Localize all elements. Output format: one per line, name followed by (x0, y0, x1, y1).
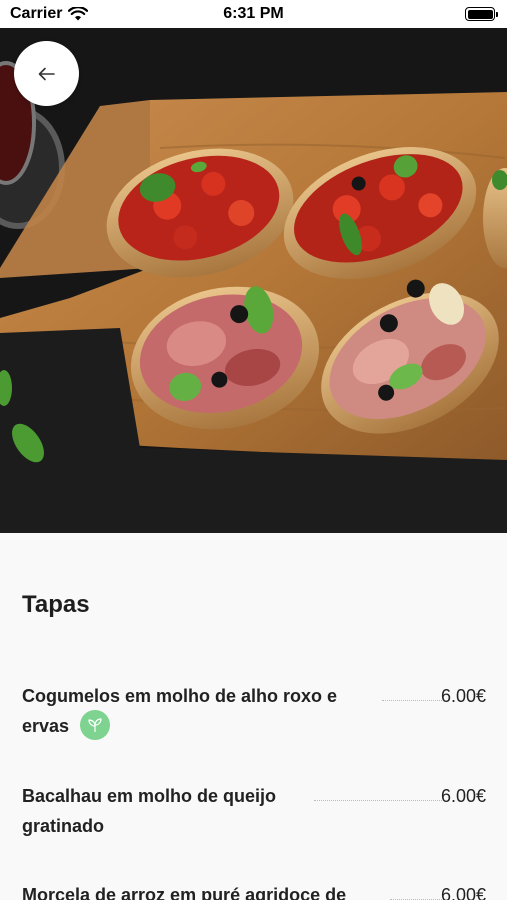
item-name-line2: ervas (22, 716, 70, 736)
menu-section: Tapas Cogumelos em molho de alho roxo e … (0, 533, 507, 900)
carrier-label: Carrier (10, 5, 63, 22)
back-button[interactable] (14, 41, 79, 106)
item-name-line1: Morcela de arroz em puré agridoce de (22, 885, 347, 900)
item-name: Cogumelos em molho de alho roxo e ervas (22, 681, 412, 742)
menu-item[interactable]: Morcela de arroz em puré agridoce de 6.0… (22, 880, 486, 900)
battery-level (467, 9, 493, 19)
item-price: 6.00€ (440, 686, 486, 706)
item-name-line2: gratinado (22, 816, 105, 836)
dotted-leader (314, 800, 442, 801)
hero-image (0, 28, 507, 533)
wifi-icon (68, 7, 89, 21)
item-name: Morcela de arroz em puré agridoce de (22, 880, 412, 900)
item-price: 6.00€ (440, 885, 486, 900)
vegetarian-badge (80, 710, 111, 741)
item-name-line1: Bacalhau em molho de queijo (22, 786, 277, 806)
dotted-leader (382, 700, 442, 701)
item-name: Bacalhau em molho de queijo gratinado (22, 781, 412, 841)
sprout-icon (88, 718, 102, 733)
arrow-left-icon (38, 67, 55, 80)
item-price: 6.00€ (440, 786, 486, 806)
status-left: Carrier (10, 5, 89, 23)
item-name-line1: Cogumelos em molho de alho roxo e (22, 686, 338, 706)
menu-item[interactable]: Cogumelos em molho de alho roxo e ervas … (22, 681, 486, 742)
bruschetta-platter-image (0, 28, 507, 533)
menu-item[interactable]: Bacalhau em molho de queijo gratinado 6.… (22, 781, 486, 841)
status-bar: Carrier 6:31 PM (0, 0, 507, 28)
section-title: Tapas (22, 591, 90, 618)
battery-icon (465, 7, 498, 21)
